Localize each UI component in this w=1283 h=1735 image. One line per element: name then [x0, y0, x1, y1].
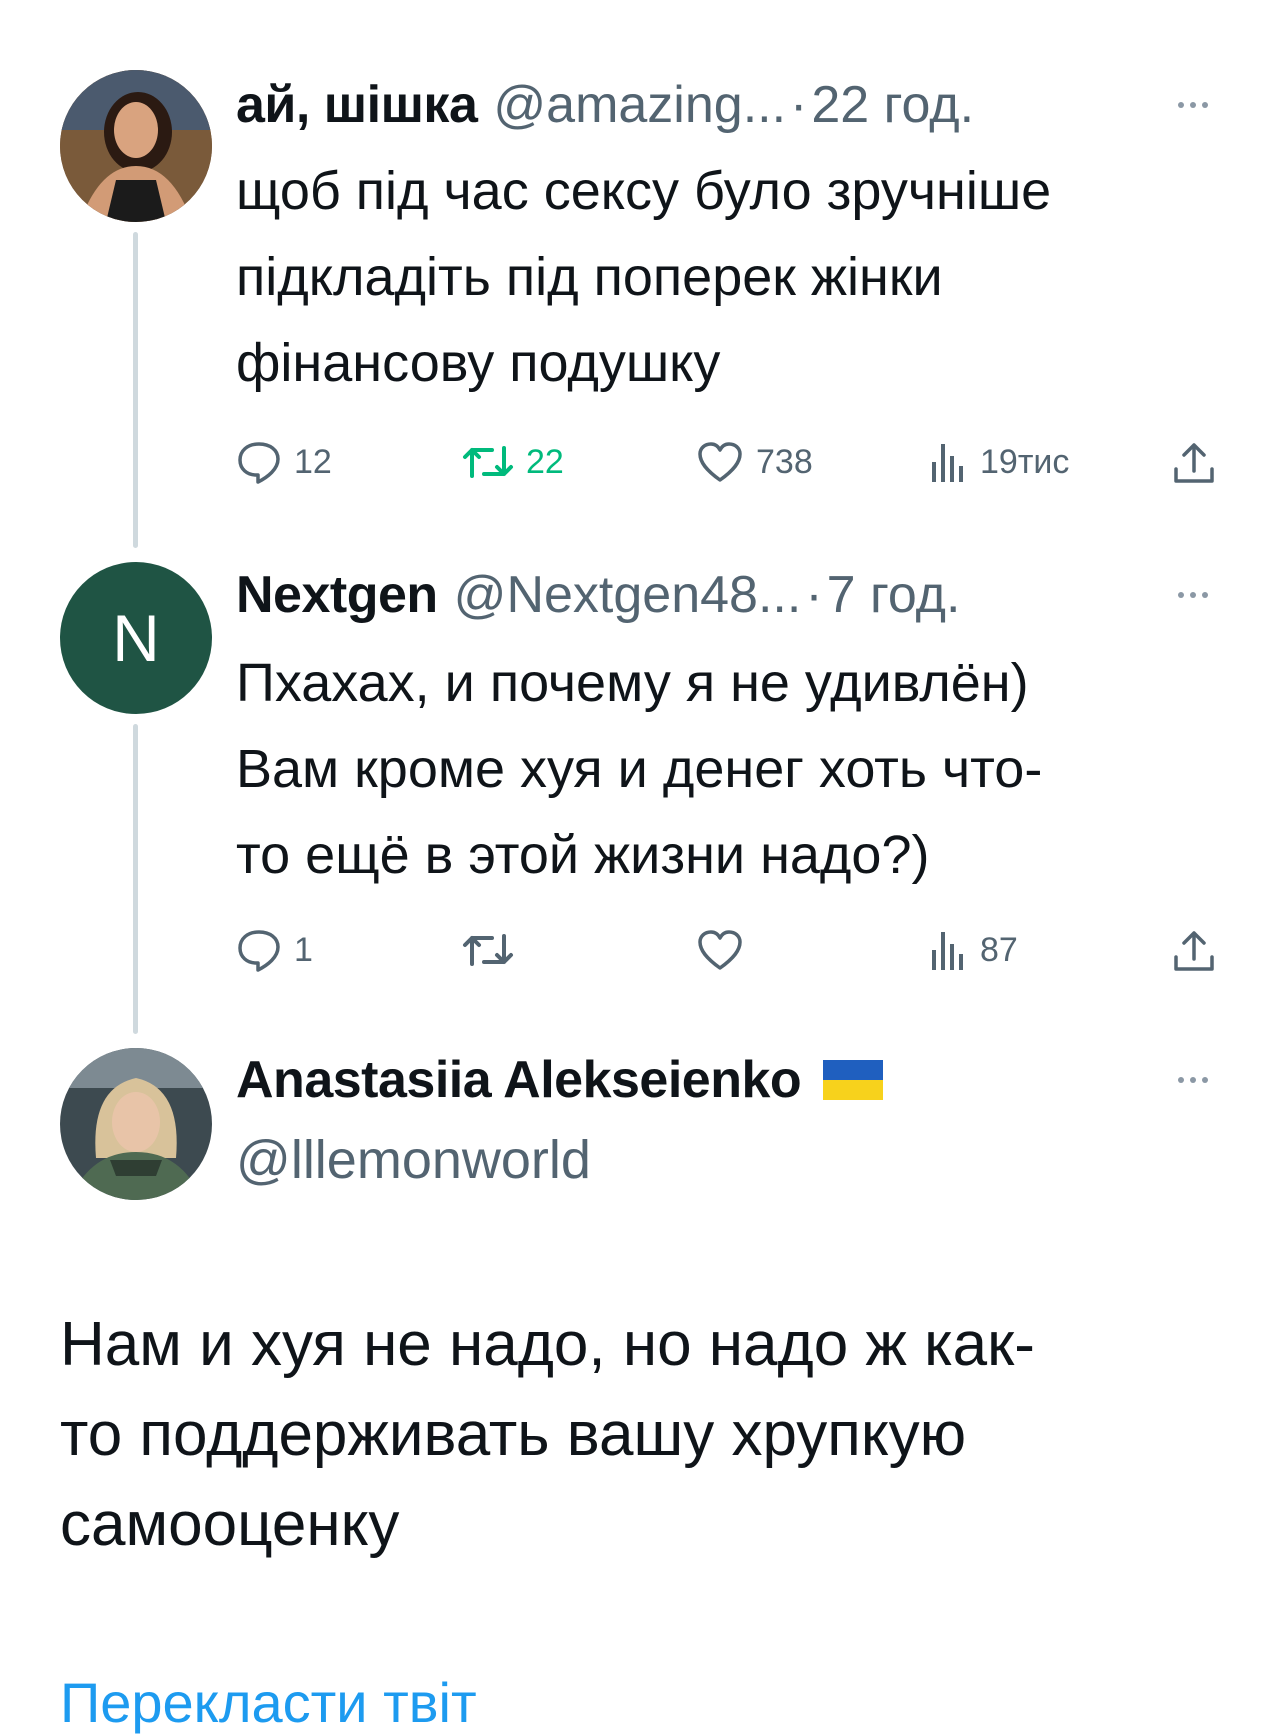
- retweet-count: 22: [526, 442, 564, 481]
- reply-count: 1: [294, 930, 313, 969]
- avatar-photo: [60, 1048, 212, 1200]
- share-button[interactable]: [1171, 432, 1217, 492]
- avatar[interactable]: N: [60, 562, 212, 714]
- retweet-button[interactable]: 22: [462, 432, 564, 492]
- tweet-text: Нам и хуя не надо, но надо ж как- то под…: [60, 1310, 1035, 1559]
- author-name[interactable]: Nextgen: [236, 565, 438, 625]
- author-handle[interactable]: @Nextgen48...: [454, 565, 802, 625]
- retweet-button[interactable]: [462, 920, 526, 980]
- avatar[interactable]: [60, 70, 212, 222]
- more-options-icon[interactable]: [1163, 1040, 1223, 1120]
- heart-icon: [698, 930, 742, 970]
- views-button[interactable]: 87: [928, 920, 1018, 980]
- avatar[interactable]: [60, 1048, 212, 1200]
- reply-count: 12: [294, 442, 332, 481]
- timestamp[interactable]: 7 год.: [827, 565, 961, 625]
- thread-line: [133, 232, 138, 548]
- reply-icon: [238, 442, 280, 484]
- more-options-icon[interactable]: [1163, 555, 1223, 635]
- avatar-photo: [60, 70, 212, 222]
- views-button[interactable]: 19тис: [928, 432, 1069, 492]
- tweet-text: щоб під час сексу було зручніше підкладі…: [236, 161, 1052, 393]
- avatar-letter: N: [112, 601, 160, 675]
- reply-icon: [238, 930, 280, 972]
- like-button[interactable]: [696, 920, 756, 980]
- author-name[interactable]: Anastasiia Alekseienko: [236, 1050, 802, 1110]
- separator-dot: ·: [805, 566, 823, 624]
- thread-line: [133, 724, 138, 1034]
- timestamp[interactable]: 22 год.: [811, 75, 974, 135]
- retweet-icon: [463, 446, 513, 478]
- action-bar: 1 87: [236, 920, 1221, 980]
- author-name[interactable]: ай, шішка: [236, 75, 478, 135]
- heart-icon: [698, 442, 742, 482]
- views-icon: [932, 444, 963, 482]
- like-button[interactable]: 738: [696, 432, 813, 492]
- reply-button[interactable]: 1: [236, 920, 313, 980]
- views-icon: [932, 932, 963, 970]
- translate-tweet-link[interactable]: Перекласти твіт: [60, 1670, 477, 1735]
- separator-dot: ·: [790, 76, 808, 134]
- like-count: 738: [756, 442, 813, 481]
- author-handle[interactable]: @amazing...: [493, 75, 786, 135]
- author-handle[interactable]: @lllemonworld: [236, 1129, 591, 1191]
- view-count: 19тис: [980, 442, 1070, 481]
- retweet-icon: [463, 934, 513, 966]
- view-count: 87: [980, 930, 1018, 969]
- share-button[interactable]: [1171, 920, 1217, 980]
- reply-button[interactable]: 12: [236, 432, 332, 492]
- share-icon: [1174, 931, 1214, 971]
- share-icon: [1174, 443, 1214, 483]
- tweet-text: Пхахах, и почему я не удивлён) Вам кроме…: [236, 653, 1043, 885]
- ukraine-flag-icon: [823, 1060, 884, 1100]
- action-bar: 12 22 738 19тис: [236, 432, 1221, 492]
- more-options-icon[interactable]: [1163, 65, 1223, 145]
